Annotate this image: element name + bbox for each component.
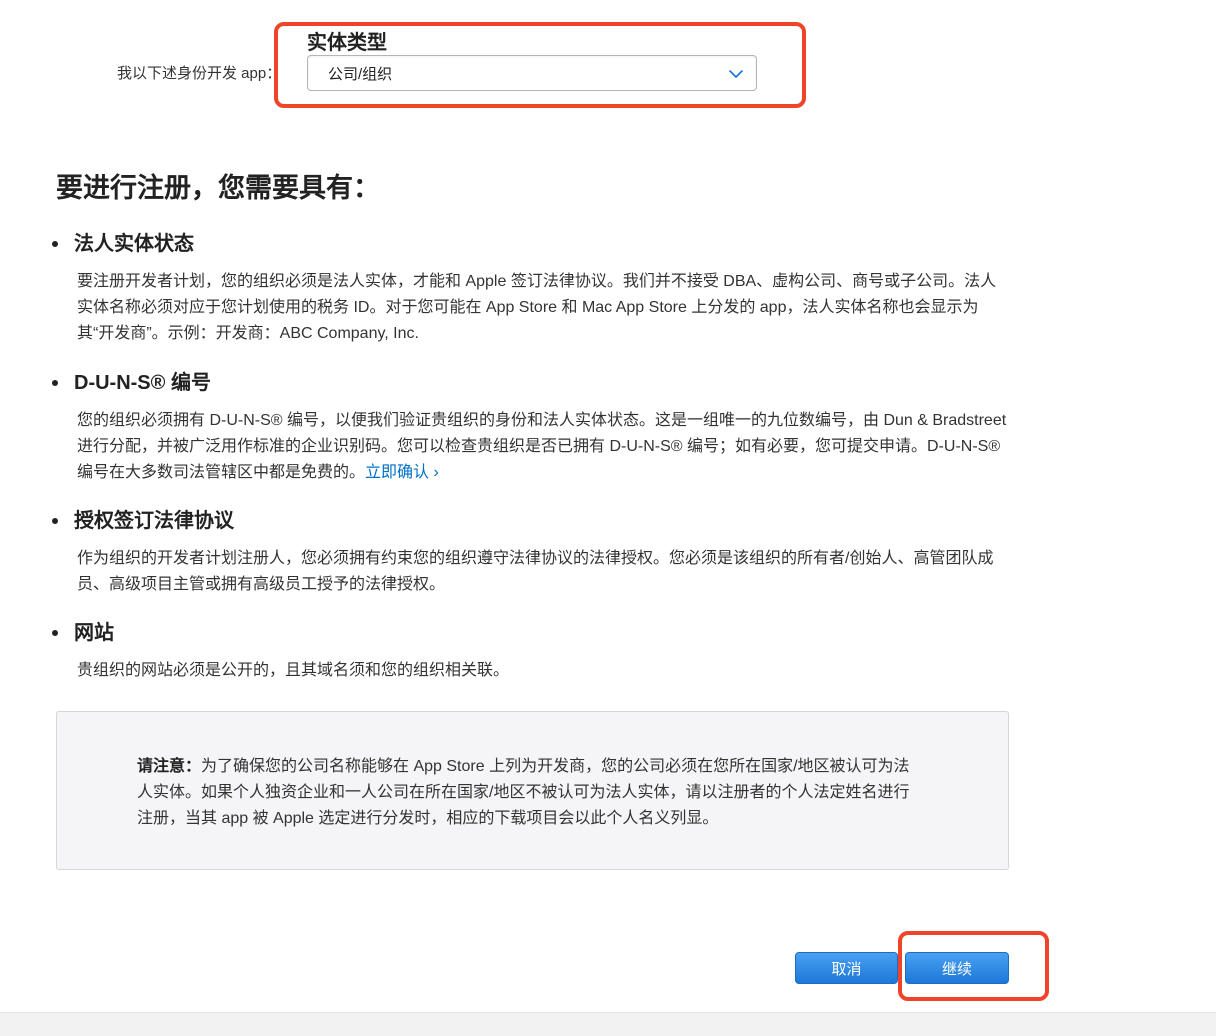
verify-now-link[interactable]: 立即确认 ›: [365, 464, 439, 481]
requirement-website: 网站 贵组织的网站必须是公开的，且其域名须和您的组织相关联。: [52, 616, 1012, 684]
bullet-icon: [52, 241, 58, 247]
bullet-icon: [52, 380, 58, 386]
requirement-duns: D-U-N-S® 编号 您的组织必须拥有 D-U-N-S® 编号，以便我们验证贵…: [52, 366, 1012, 486]
continue-button[interactable]: 继续: [905, 952, 1009, 984]
requirement-title-text: D-U-N-S® 编号: [74, 371, 211, 394]
entity-type-row: 我以下述身份开发 app： 实体类型 公司/组织: [0, 0, 1216, 120]
note-box: 请注意：为了确保您的公司名称能够在 App Store 上列为开发商，您的公司必…: [56, 711, 1009, 870]
requirement-body-text: 您的组织必须拥有 D-U-N-S® 编号，以便我们验证贵组织的身份和法人实体状态…: [77, 412, 1007, 481]
bullet-icon: [52, 630, 58, 636]
bullet-icon: [52, 518, 58, 524]
cancel-button[interactable]: 取消: [795, 952, 898, 984]
entity-type-prompt: 我以下述身份开发 app：: [117, 65, 282, 82]
requirement-title: 法人实体状态: [52, 227, 1012, 255]
requirement-body: 您的组织必须拥有 D-U-N-S® 编号，以便我们验证贵组织的身份和法人实体状态…: [77, 408, 1012, 486]
requirement-body: 作为组织的开发者计划注册人，您必须拥有约束您的组织遵守法律协议的法律授权。您必须…: [77, 550, 994, 593]
requirement-title-text: 授权签订法律协议: [74, 509, 234, 532]
requirement-body: 要注册开发者计划，您的组织必须是法人实体，才能和 Apple 签订法律协议。我们…: [77, 273, 997, 342]
requirement-title-text: 法人实体状态: [74, 232, 194, 255]
footer: [0, 1012, 1216, 1036]
chevron-down-icon: [729, 70, 743, 78]
requirement-body: 贵组织的网站必须是公开的，且其域名须和您的组织相关联。: [77, 662, 510, 679]
main-heading: 要进行注册，您需要具有：: [56, 173, 380, 203]
page: 我以下述身份开发 app： 实体类型 公司/组织 要进行注册，您需要具有： 法人…: [0, 0, 1216, 1036]
entity-type-annotation: 实体类型: [307, 32, 387, 54]
requirement-legal-authority: 授权签订法律协议 作为组织的开发者计划注册人，您必须拥有约束您的组织遵守法律协议…: [52, 504, 1012, 598]
note-text: 请注意：为了确保您的公司名称能够在 App Store 上列为开发商，您的公司必…: [137, 754, 917, 832]
requirement-title: D-U-N-S® 编号: [52, 366, 1012, 394]
requirement-title-text: 网站: [74, 621, 114, 644]
note-body: 为了确保您的公司名称能够在 App Store 上列为开发商，您的公司必须在您所…: [137, 758, 910, 827]
entity-type-select[interactable]: 公司/组织: [307, 55, 757, 91]
entity-type-selected-value: 公司/组织: [328, 65, 393, 83]
requirement-legal-entity: 法人实体状态 要注册开发者计划，您的组织必须是法人实体，才能和 Apple 签订…: [52, 227, 1012, 347]
requirement-title: 授权签订法律协议: [52, 504, 1012, 532]
note-label: 请注意：: [137, 758, 202, 775]
requirement-title: 网站: [52, 616, 1012, 644]
